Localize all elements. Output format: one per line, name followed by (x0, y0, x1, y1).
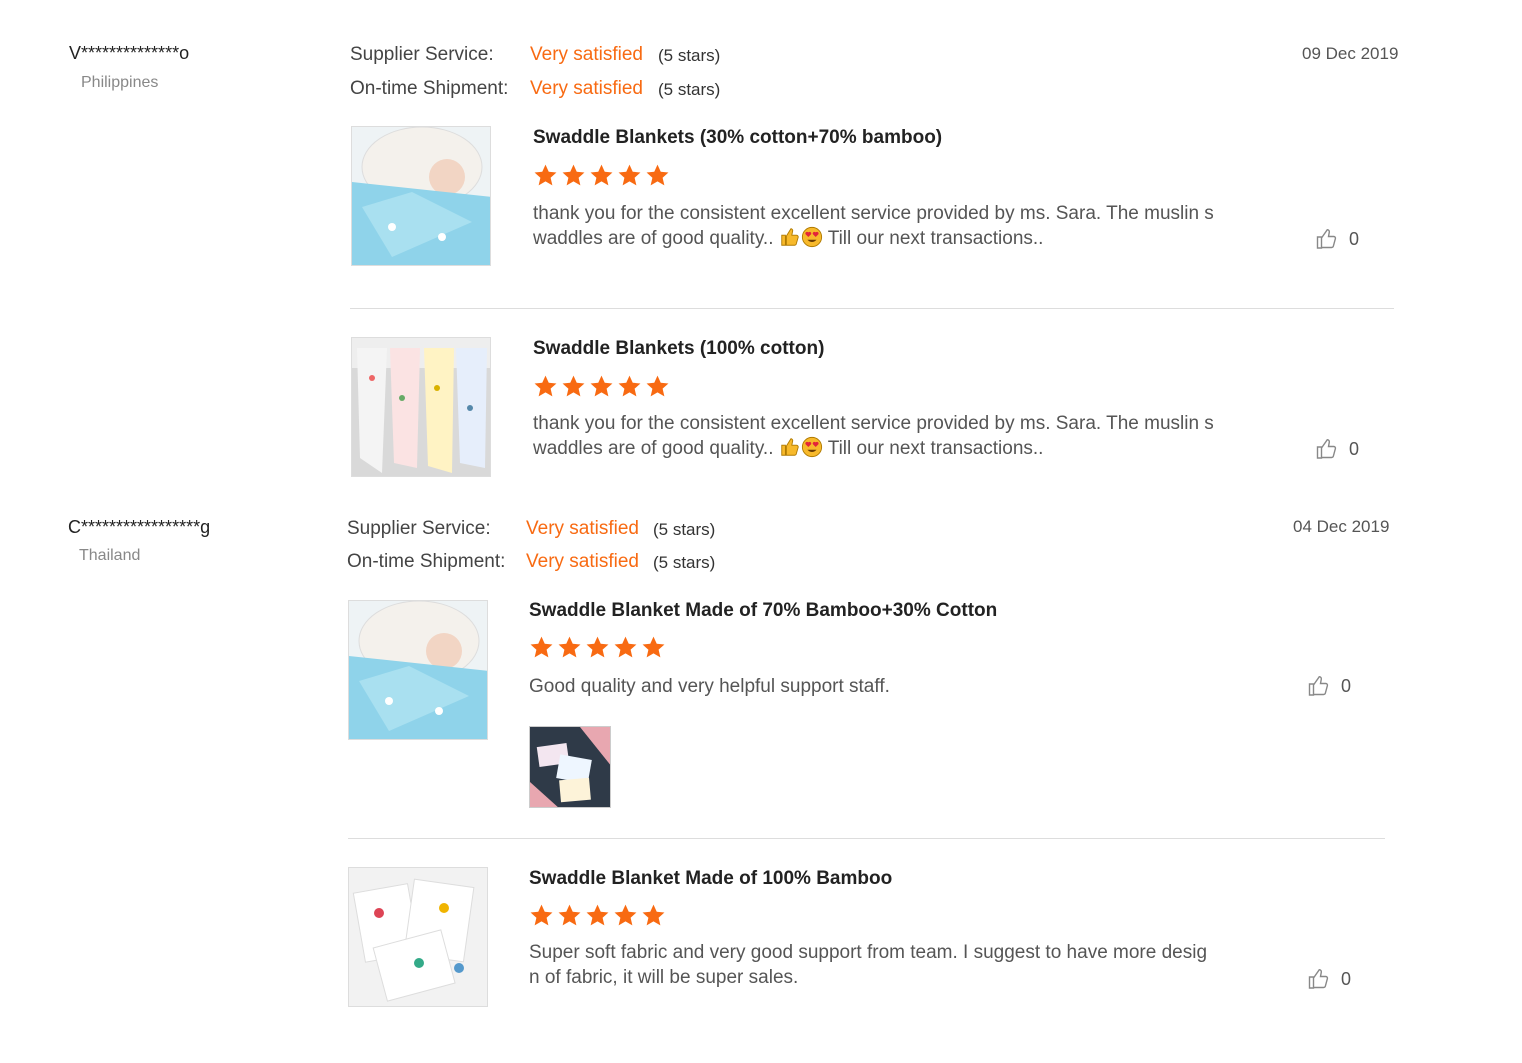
product-title[interactable]: Swaddle Blanket Made of 70% Bamboo+30% C… (529, 600, 997, 622)
supplier-service-label: Supplier Service: (350, 44, 494, 65)
star-icon (614, 636, 637, 658)
product-thumbnail[interactable] (348, 600, 488, 740)
like-button[interactable]: 0 (1307, 674, 1351, 698)
review-text: thank you for the consistent excellent s… (533, 411, 1233, 461)
star-icon (646, 375, 669, 397)
review-date: 04 Dec 2019 (1293, 517, 1390, 536)
star-icon (530, 636, 553, 658)
review-text-line: waddles are of good quality.. Till our n… (533, 226, 1233, 251)
like-count: 0 (1349, 228, 1360, 249)
product-title[interactable]: Swaddle Blankets (100% cotton) (533, 338, 824, 360)
buyer-country: Philippines (81, 74, 159, 91)
thumbs-up-icon (1316, 228, 1337, 249)
review-text: thank you for the consistent excellent s… (533, 201, 1233, 251)
shipment-label: On-time Shipment: (347, 551, 506, 572)
star-icon (642, 904, 665, 926)
review-text-line: Super soft fabric and very good support … (529, 942, 1208, 963)
review-photo[interactable] (529, 726, 611, 808)
star-icon (590, 164, 613, 186)
review-text-segment: Till our next transactions.. (827, 438, 1044, 459)
star-icon (530, 904, 553, 926)
like-button[interactable]: 0 (1315, 227, 1359, 251)
product-rating (533, 163, 670, 188)
review-text-line: waddles are of good quality.. Till our n… (533, 436, 1233, 461)
review-text: Good quality and very helpful support st… (529, 674, 1229, 699)
review-text-segment: Till our next transactions.. (827, 228, 1044, 249)
star-icon (590, 375, 613, 397)
star-icon (586, 636, 609, 658)
thumbs-up-emoji-icon (781, 228, 799, 246)
product-title[interactable]: Swaddle Blanket Made of 100% Bamboo (529, 868, 892, 890)
supplier-service-value: Very satisfied (530, 44, 643, 65)
shipment-stars: (5 stars) (658, 80, 721, 99)
shipment-label: On-time Shipment: (350, 78, 509, 99)
star-icon (586, 904, 609, 926)
star-icon (534, 375, 557, 397)
thumbs-up-emoji-icon (781, 438, 799, 456)
review-text-segment: waddles are of good quality.. (533, 228, 774, 249)
review-text-line: Good quality and very helpful support st… (529, 676, 890, 697)
review-text-line: thank you for the consistent excellent s… (533, 203, 1214, 224)
shipment-value: Very satisfied (526, 551, 639, 572)
star-icon (618, 164, 641, 186)
star-icon (614, 904, 637, 926)
product-title[interactable]: Swaddle Blankets (30% cotton+70% bamboo) (533, 127, 942, 149)
star-icon (562, 164, 585, 186)
divider (350, 308, 1394, 309)
review-text: Super soft fabric and very good support … (529, 940, 1229, 990)
product-rating (533, 374, 670, 399)
star-icon (534, 164, 557, 186)
product-thumbnail[interactable] (348, 867, 488, 1007)
supplier-service-value: Very satisfied (526, 518, 639, 539)
shipment-stars: (5 stars) (653, 553, 716, 572)
star-icon (642, 636, 665, 658)
like-button[interactable]: 0 (1315, 437, 1359, 461)
product-rating (529, 635, 666, 660)
shipment-value: Very satisfied (530, 78, 643, 99)
star-icon (646, 164, 669, 186)
product-thumbnail[interactable] (351, 337, 491, 477)
supplier-service-stars: (5 stars) (658, 46, 721, 65)
like-button[interactable]: 0 (1307, 967, 1351, 991)
like-count: 0 (1341, 968, 1352, 989)
star-icon (558, 636, 581, 658)
buyer-country: Thailand (79, 547, 141, 564)
supplier-service-stars: (5 stars) (653, 520, 716, 539)
thumbs-up-icon (1308, 675, 1329, 696)
review-text-line: thank you for the consistent excellent s… (533, 413, 1214, 434)
buyer-name: V**************o (69, 43, 190, 63)
product-thumbnail[interactable] (351, 126, 491, 266)
review-text-segment: waddles are of good quality.. (533, 438, 774, 459)
buyer-name: C*****************g (68, 517, 211, 537)
review-date: 09 Dec 2019 (1302, 44, 1399, 63)
thumbs-up-icon (1308, 968, 1329, 989)
like-count: 0 (1349, 438, 1360, 459)
thumbs-up-icon (1316, 438, 1337, 459)
star-icon (618, 375, 641, 397)
like-count: 0 (1341, 675, 1352, 696)
supplier-service-label: Supplier Service: (347, 518, 491, 539)
review-text-line: n of fabric, it will be super sales. (529, 967, 799, 988)
heart-eyes-emoji-icon (801, 226, 822, 248)
star-icon (562, 375, 585, 397)
star-icon (558, 904, 581, 926)
heart-eyes-emoji-icon (801, 436, 822, 458)
product-rating (529, 903, 666, 928)
divider (348, 838, 1385, 839)
